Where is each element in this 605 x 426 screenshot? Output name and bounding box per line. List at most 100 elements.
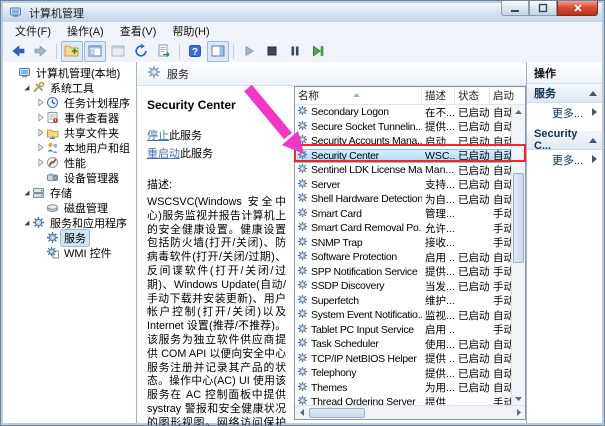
stop-service-icon[interactable] <box>261 41 283 62</box>
horizontal-scrollbar[interactable] <box>295 405 525 419</box>
service-row[interactable]: Shell Hardware Detection为自...已启动自动 <box>295 192 511 207</box>
service-name-cell: Smart Card Removal Po... <box>295 221 422 235</box>
scroll-down-icon[interactable] <box>512 392 525 405</box>
chevron-up-icon[interactable] <box>589 87 597 99</box>
column-header-status[interactable]: 状态 <box>455 87 490 104</box>
sidebar-item-services[interactable]: 服务 <box>3 230 136 245</box>
vertical-scroll-thumb[interactable] <box>513 173 524 263</box>
scroll-right-icon[interactable] <box>512 406 525 419</box>
service-row[interactable]: Secondary Logon在不...已启动自动 <box>295 105 511 120</box>
vertical-scrollbar[interactable] <box>511 105 525 405</box>
service-row[interactable]: Task Scheduler使用...已启动自动 <box>295 337 511 352</box>
actions-section-header[interactable]: Security C... <box>527 131 602 150</box>
collapse-toggle-icon[interactable] <box>20 83 32 92</box>
horizontal-scroll-thumb[interactable] <box>309 408 365 418</box>
collapse-toggle-icon[interactable] <box>20 188 32 197</box>
minimize-button[interactable] <box>501 1 529 16</box>
service-row[interactable]: Smart Card Removal Po...允许...手动 <box>295 221 511 236</box>
forward-icon[interactable] <box>30 41 52 62</box>
sidebar-item-storage[interactable]: 存储 <box>3 185 136 200</box>
help-icon[interactable]: ? <box>184 41 206 62</box>
expand-toggle-icon[interactable] <box>34 143 46 152</box>
service-row[interactable]: Themes为用...已启动自动 <box>295 381 511 396</box>
sidebar-item-services-and-applications[interactable]: 服务和应用程序 <box>3 215 136 230</box>
menu-file[interactable]: 文件(F) <box>7 21 59 41</box>
gear-icon <box>297 207 308 221</box>
service-name-cell: Security Center <box>295 149 422 163</box>
computer-icon <box>18 66 33 79</box>
expand-toggle-icon[interactable] <box>34 158 46 167</box>
refresh-icon[interactable] <box>130 41 152 62</box>
service-status-cell: 已启动 <box>455 105 490 120</box>
start-service-icon[interactable] <box>238 41 260 62</box>
restart-service-suffix: 此服务 <box>180 148 213 160</box>
expand-toggle-icon[interactable] <box>34 98 46 107</box>
service-row[interactable]: TCP/IP NetBIOS Helper提供 ...已启动自动 <box>295 352 511 367</box>
stop-service-link[interactable]: 停止 <box>147 130 169 142</box>
more-actions-item[interactable]: 更多... <box>527 150 602 169</box>
back-icon[interactable] <box>7 41 29 62</box>
service-status-cell: 已启动 <box>455 380 490 395</box>
service-name: Secondary Logon <box>311 106 389 118</box>
sidebar-item-task-scheduler[interactable]: 任务计划程序 <box>3 95 136 110</box>
sidebar-item-performance[interactable]: 性能 <box>3 155 136 170</box>
service-row[interactable]: Software Protection启用 ...已启动自动 <box>295 250 511 265</box>
service-row[interactable]: Thread Ordering Server提供...手动 <box>295 395 511 405</box>
sidebar-item-device-manager[interactable]: 设备管理器 <box>3 170 136 185</box>
restart-service-icon[interactable] <box>307 41 329 62</box>
up-one-level-icon[interactable] <box>61 41 83 62</box>
stop-service-line: 停止此服务 <box>147 127 286 143</box>
maximize-button[interactable] <box>529 1 557 16</box>
service-row[interactable]: Secure Socket Tunnelin...提供...已启动自动 <box>295 120 511 135</box>
service-name: Telephony <box>311 367 356 379</box>
scroll-left-icon[interactable] <box>295 406 308 419</box>
console-tree: 计算机管理(本地)系统工具任务计划程序事件查看器共享文件夹本地用户和组性能设备管… <box>3 62 137 423</box>
service-row[interactable]: Superfetch维护...手动 <box>295 294 511 309</box>
close-button[interactable] <box>557 1 598 16</box>
service-row[interactable]: Security Accounts Mana...启动...已启动自动 <box>295 134 511 149</box>
expand-toggle-icon[interactable] <box>34 128 46 137</box>
service-row[interactable]: Tablet PC Input Service启用 ...手动 <box>295 323 511 338</box>
window-icon[interactable] <box>107 41 129 62</box>
sidebar-item-system-tools[interactable]: 系统工具 <box>3 80 136 95</box>
sidebar-item-wmi-control[interactable]: WMI 控件 <box>3 245 136 260</box>
chevron-up-icon[interactable] <box>589 134 597 146</box>
service-status-cell: 已启动 <box>455 192 490 207</box>
column-header-startup-type[interactable]: 启动 <box>490 87 525 104</box>
pause-service-icon[interactable] <box>284 41 306 62</box>
menu-action[interactable]: 操作(A) <box>59 21 112 41</box>
sidebar-item-shared-folders[interactable]: 共享文件夹 <box>3 125 136 140</box>
service-row[interactable]: SSDP Discovery当发...已启动手动 <box>295 279 511 294</box>
more-actions-item[interactable]: 更多... <box>527 103 602 122</box>
actions-section-header[interactable]: 服务 <box>527 84 602 103</box>
actions-section-title: 服务 <box>534 85 556 101</box>
service-row[interactable]: Sentinel LDK License Ma...Man...已启动自动 <box>295 163 511 178</box>
show-console-tree-icon[interactable] <box>84 41 106 62</box>
service-row[interactable]: SPP Notification Service提供...已启动手动 <box>295 265 511 280</box>
sidebar-item-local-users-groups[interactable]: 本地用户和组 <box>3 140 136 155</box>
result-pane-header: 服务 <box>137 62 526 86</box>
menu-help[interactable]: 帮助(H) <box>164 21 217 41</box>
service-row[interactable]: Server支持...已启动自动 <box>295 178 511 193</box>
scroll-up-icon[interactable] <box>512 105 525 118</box>
column-header-name[interactable]: 名称 <box>295 87 422 104</box>
sidebar-item-computer-management[interactable]: 计算机管理(本地) <box>3 65 136 80</box>
service-status-cell: 已启动 <box>455 264 490 279</box>
storage-icon <box>32 186 47 199</box>
service-row[interactable]: System Event Notificatio...监视...已启动自动 <box>295 308 511 323</box>
expand-toggle-icon[interactable] <box>34 113 46 122</box>
restart-service-link[interactable]: 重启动 <box>147 148 180 160</box>
service-row[interactable]: SNMP Trap接收...手动 <box>295 236 511 251</box>
export-list-icon[interactable] <box>153 41 175 62</box>
show-action-pane-icon[interactable] <box>207 41 229 62</box>
service-row[interactable]: Smart Card管理...手动 <box>295 207 511 222</box>
sidebar-item-disk-management[interactable]: 磁盘管理 <box>3 200 136 215</box>
menu-view[interactable]: 查看(V) <box>112 21 165 41</box>
collapse-toggle-icon[interactable] <box>20 218 32 227</box>
service-row[interactable]: Security CenterWSC...已启动自动 <box>295 149 511 164</box>
column-header-description[interactable]: 描述 <box>422 87 455 104</box>
service-startup-cell: 手动 <box>490 235 511 250</box>
sidebar-item-event-viewer[interactable]: 事件查看器 <box>3 110 136 125</box>
service-row[interactable]: Telephony提供...已启动自动 <box>295 366 511 381</box>
service-name: Security Center <box>311 150 379 162</box>
